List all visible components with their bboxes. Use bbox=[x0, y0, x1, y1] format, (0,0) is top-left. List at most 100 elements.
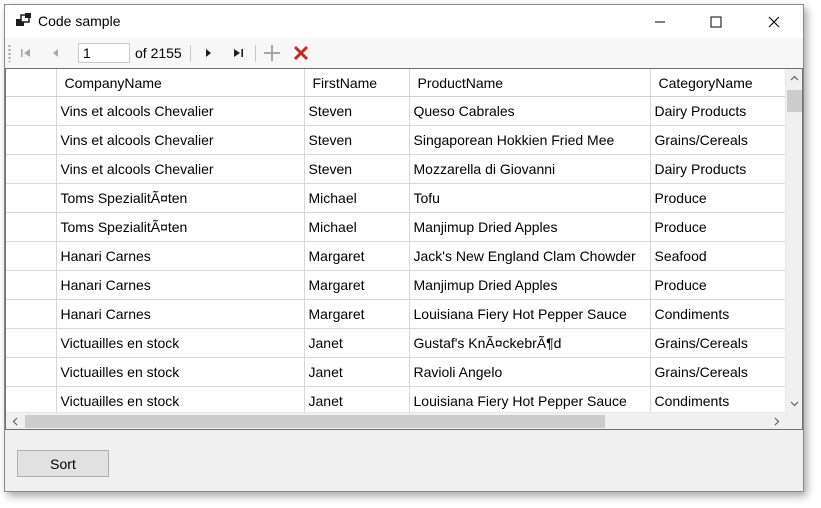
app-window: Code sample of 2155 bbox=[4, 4, 804, 492]
delete-icon bbox=[293, 45, 309, 61]
vertical-scroll-thumb[interactable] bbox=[787, 90, 802, 112]
first-name-cell[interactable]: Steven bbox=[304, 154, 410, 184]
move-first-button[interactable] bbox=[16, 43, 36, 63]
move-last-button[interactable] bbox=[228, 43, 248, 63]
scrollbar-corner bbox=[785, 412, 802, 429]
move-last-icon bbox=[234, 49, 243, 57]
row-header[interactable] bbox=[6, 299, 57, 329]
first-name-cell[interactable]: Janet bbox=[304, 357, 410, 387]
product-cell[interactable]: Gustaf's KnÃ¤ckebrÃ¶d bbox=[409, 328, 651, 358]
row-header[interactable] bbox=[6, 212, 57, 242]
row-header[interactable] bbox=[6, 241, 57, 271]
scroll-left-button[interactable] bbox=[6, 413, 23, 429]
company-cell[interactable]: Toms SpezialitÃ¤ten bbox=[56, 212, 305, 242]
table-row[interactable]: Hanari Carnes Margaret Jack's New England … bbox=[6, 241, 791, 271]
column-header-categoryname[interactable]: CategoryName bbox=[650, 69, 791, 97]
table-row[interactable]: Hanari Carnes Margaret Louisiana Fiery Hot… bbox=[6, 299, 791, 329]
move-next-button[interactable] bbox=[198, 43, 218, 63]
chevron-right-icon bbox=[774, 417, 779, 425]
category-cell[interactable]: Produce bbox=[650, 183, 791, 213]
table-row[interactable]: Vins et alcools Chevalier Steven Mozzarell… bbox=[6, 154, 791, 184]
product-cell[interactable]: Tofu bbox=[409, 183, 651, 213]
category-cell[interactable]: Dairy Products bbox=[650, 96, 791, 126]
table-row[interactable]: Vins et alcools Chevalier Steven Queso Cab… bbox=[6, 96, 791, 126]
company-cell[interactable]: Vins et alcools Chevalier bbox=[56, 96, 305, 126]
first-name-cell[interactable]: Steven bbox=[304, 125, 410, 155]
row-header[interactable] bbox=[6, 357, 57, 387]
maximize-icon bbox=[710, 16, 722, 27]
scroll-down-button[interactable] bbox=[786, 395, 802, 412]
move-next-icon bbox=[206, 49, 211, 57]
chevron-up-icon bbox=[790, 75, 799, 80]
table-row[interactable]: Vins et alcools Chevalier Steven Singapore… bbox=[6, 125, 791, 155]
minimize-button[interactable] bbox=[637, 5, 683, 38]
column-header-productname[interactable]: ProductName bbox=[409, 69, 651, 97]
category-cell[interactable]: Produce bbox=[650, 270, 791, 300]
company-cell[interactable]: Victuailles en stock bbox=[56, 328, 305, 358]
first-name-cell[interactable]: Michael bbox=[304, 183, 410, 213]
horizontal-scrollbar[interactable] bbox=[6, 412, 785, 429]
table-row[interactable]: Toms SpezialitÃ¤ten Michael Manjimup Dried… bbox=[6, 212, 791, 242]
move-previous-button[interactable] bbox=[46, 43, 66, 63]
company-cell[interactable]: Vins et alcools Chevalier bbox=[56, 125, 305, 155]
data-grid[interactable]: CompanyName FirstName ProductName Catego… bbox=[5, 68, 803, 430]
column-header-companyname[interactable]: CompanyName bbox=[56, 69, 305, 97]
table-row[interactable]: Toms SpezialitÃ¤ten Michael Tofu Produce bbox=[6, 183, 791, 213]
vertical-scrollbar[interactable] bbox=[785, 69, 802, 412]
company-cell[interactable]: Hanari Carnes bbox=[56, 241, 305, 271]
company-cell[interactable]: Hanari Carnes bbox=[56, 299, 305, 329]
product-cell[interactable]: Mozzarella di Giovanni bbox=[409, 154, 651, 184]
close-button[interactable] bbox=[751, 5, 797, 38]
category-cell[interactable]: Grains/Cereals bbox=[650, 328, 791, 358]
category-cell[interactable]: Grains/Cereals bbox=[650, 357, 791, 387]
scroll-up-button[interactable] bbox=[786, 69, 802, 86]
product-cell[interactable]: Manjimup Dried Apples bbox=[409, 212, 651, 242]
row-header[interactable] bbox=[6, 328, 57, 358]
product-cell[interactable]: Jack's New England Clam Chowder bbox=[409, 241, 651, 271]
first-name-cell[interactable]: Steven bbox=[304, 96, 410, 126]
first-name-cell[interactable]: Margaret bbox=[304, 299, 410, 329]
horizontal-scroll-thumb[interactable] bbox=[25, 415, 605, 428]
product-cell[interactable]: Ravioli Angelo bbox=[409, 357, 651, 387]
delete-button[interactable] bbox=[291, 43, 311, 63]
category-cell[interactable]: Grains/Cereals bbox=[650, 125, 791, 155]
table-row[interactable]: Victuailles en stock Janet Gustaf's KnÃ¤ck… bbox=[6, 328, 791, 358]
row-header[interactable] bbox=[6, 183, 57, 213]
toolbar-grip[interactable] bbox=[8, 44, 11, 62]
product-cell[interactable]: Queso Cabrales bbox=[409, 96, 651, 126]
row-header[interactable] bbox=[6, 270, 57, 300]
row-header[interactable] bbox=[6, 96, 57, 126]
first-name-cell[interactable]: Margaret bbox=[304, 270, 410, 300]
category-cell[interactable]: Condiments bbox=[650, 299, 791, 329]
top-left-header-cell[interactable] bbox=[6, 69, 57, 97]
maximize-button[interactable] bbox=[693, 5, 739, 38]
product-cell[interactable]: Manjimup Dried Apples bbox=[409, 270, 651, 300]
table-row[interactable]: Victuailles en stock Janet Ravioli Angelo G… bbox=[6, 357, 791, 387]
title-bar: Code sample bbox=[5, 5, 803, 38]
scroll-right-button[interactable] bbox=[768, 413, 785, 429]
company-cell[interactable]: Hanari Carnes bbox=[56, 270, 305, 300]
first-name-cell[interactable]: Michael bbox=[304, 212, 410, 242]
window-title: Code sample bbox=[38, 13, 121, 29]
column-header-firstname[interactable]: FirstName bbox=[304, 69, 410, 97]
product-cell[interactable]: Louisiana Fiery Hot Pepper Sauce bbox=[409, 299, 651, 329]
company-cell[interactable]: Vins et alcools Chevalier bbox=[56, 154, 305, 184]
app-icon bbox=[16, 13, 32, 29]
binding-navigator: of 2155 bbox=[5, 38, 803, 68]
product-cell[interactable]: Singaporean Hokkien Fried Mee bbox=[409, 125, 651, 155]
category-cell[interactable]: Produce bbox=[650, 212, 791, 242]
sort-button[interactable]: Sort bbox=[17, 450, 109, 477]
first-name-cell[interactable]: Janet bbox=[304, 328, 410, 358]
category-cell[interactable]: Dairy Products bbox=[650, 154, 791, 184]
company-cell[interactable]: Victuailles en stock bbox=[56, 357, 305, 387]
category-cell[interactable]: Seafood bbox=[650, 241, 791, 271]
table-row[interactable]: Hanari Carnes Margaret Manjimup Dried Appl… bbox=[6, 270, 791, 300]
add-new-button[interactable] bbox=[262, 43, 282, 63]
position-input[interactable] bbox=[78, 43, 130, 63]
company-cell[interactable]: Toms SpezialitÃ¤ten bbox=[56, 183, 305, 213]
first-name-cell[interactable]: Margaret bbox=[304, 241, 410, 271]
add-new-icon bbox=[264, 45, 280, 61]
chevron-left-icon bbox=[12, 417, 17, 425]
row-header[interactable] bbox=[6, 125, 57, 155]
row-header[interactable] bbox=[6, 154, 57, 184]
